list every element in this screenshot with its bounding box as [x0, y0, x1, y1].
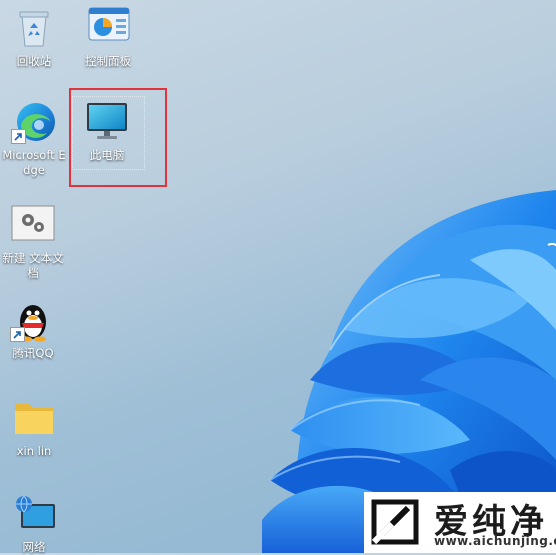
recycle-bin-label: 回收站	[16, 54, 52, 68]
watermark-logo-icon	[370, 498, 420, 546]
desktop-icon-folder-xin-lin[interactable]: xin lin	[1, 396, 67, 459]
recycle-bin-icon	[9, 6, 59, 50]
desktop-icon-control-panel[interactable]: 控制面板	[75, 6, 141, 69]
microsoft-edge-label: Microsoft Edge	[2, 148, 66, 177]
edge-icon	[9, 100, 59, 144]
desktop-wallpaper	[0, 0, 556, 553]
shortcut-arrow-icon	[11, 129, 26, 144]
watermark-url: www.aichunjing.com	[434, 534, 556, 548]
new-text-document-label: 新建 文本文档	[2, 251, 64, 280]
tencent-qq-label: 腾讯QQ	[12, 346, 54, 360]
watermark-banner: 爱纯净 www.aichunjing.com	[364, 492, 556, 553]
control-panel-icon	[83, 6, 133, 50]
qq-penguin-icon	[8, 298, 58, 342]
folder-icon	[9, 396, 59, 440]
settings-file-icon	[8, 203, 58, 247]
desktop-icon-network[interactable]: 网络	[1, 492, 67, 555]
desktop-icon-recycle-bin[interactable]: 回收站	[1, 6, 67, 69]
folder-xin-lin-label: xin lin	[16, 444, 52, 458]
desktop-icon-new-text-document[interactable]: 新建 文本文档	[0, 203, 66, 281]
control-panel-label: 控制面板	[85, 54, 131, 68]
red-highlight-box	[69, 88, 167, 187]
desktop-icon-tencent-qq[interactable]: 腾讯QQ	[0, 298, 66, 361]
shortcut-arrow-icon	[10, 327, 25, 342]
network-icon	[9, 492, 59, 536]
desktop-icon-microsoft-edge[interactable]: Microsoft Edge	[1, 100, 67, 178]
